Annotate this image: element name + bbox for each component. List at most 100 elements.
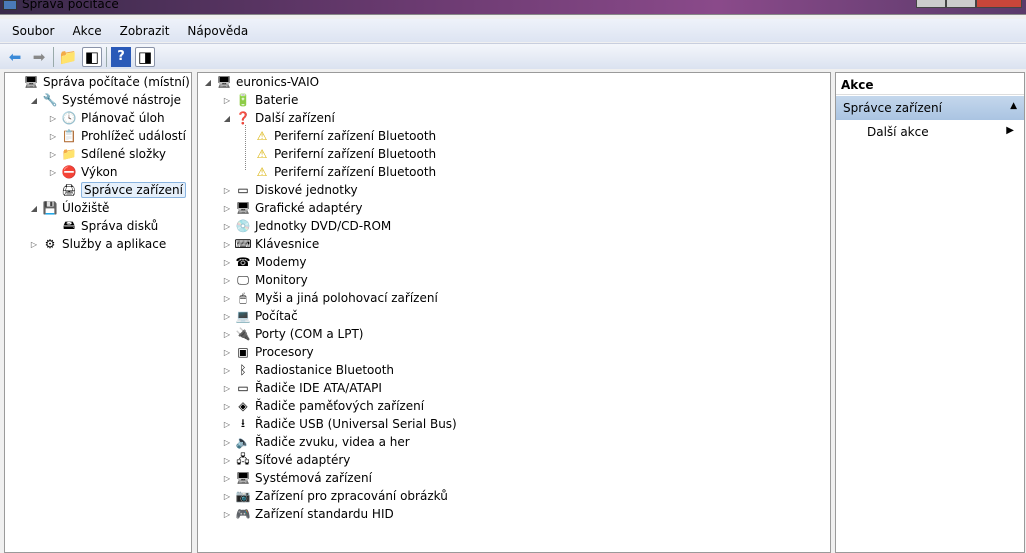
more-actions-item[interactable]: Další akce ▶ bbox=[836, 120, 1024, 144]
tree-item[interactable]: ▷ 📋 Prohlížeč událostí bbox=[47, 127, 186, 145]
hid-icon: 🎮 bbox=[235, 507, 251, 521]
tree-item-label: Správce zařízení bbox=[81, 182, 186, 198]
expand-icon[interactable]: ▷ bbox=[221, 312, 233, 321]
tree-item-label: Výkon bbox=[81, 165, 118, 179]
tree-item[interactable]: ▷ 🕓 Plánovač úloh bbox=[47, 109, 165, 127]
expand-icon[interactable]: ▷ bbox=[221, 438, 233, 447]
minimize-button[interactable] bbox=[916, 0, 946, 8]
expand-icon[interactable]: ▷ bbox=[221, 474, 233, 483]
tree-item[interactable]: ◢ 💾 Úložiště bbox=[28, 199, 110, 217]
expand-icon[interactable]: ▷ bbox=[221, 348, 233, 357]
expand-icon[interactable]: ▷ bbox=[221, 294, 233, 303]
tree-item[interactable]: ▷ 🎮 Zařízení standardu HID bbox=[221, 505, 394, 523]
display-adapter-icon: 🖥 bbox=[235, 201, 251, 215]
expand-icon[interactable]: ▷ bbox=[221, 96, 233, 105]
tree-item[interactable]: ▷ ⌨ Klávesnice bbox=[221, 235, 319, 253]
actions-pane: Akce Správce zařízení ▲ Další akce ▶ bbox=[835, 72, 1025, 553]
maximize-button[interactable] bbox=[946, 0, 976, 8]
tree-item[interactable]: ⚠ Periferní zařízení Bluetooth bbox=[240, 145, 437, 163]
collapse-icon[interactable]: ◢ bbox=[28, 204, 40, 213]
tree-item-label: Služby a aplikace bbox=[62, 237, 167, 251]
tree-item[interactable]: 🖨 Správce zařízení bbox=[47, 181, 186, 199]
tree-item[interactable]: ▷ ◈ Řadiče paměťových zařízení bbox=[221, 397, 424, 415]
expand-icon[interactable]: ▷ bbox=[47, 150, 59, 159]
menu-view[interactable]: Zobrazit bbox=[120, 24, 170, 38]
expand-icon[interactable]: ▷ bbox=[221, 330, 233, 339]
expand-icon[interactable]: ▷ bbox=[221, 384, 233, 393]
expand-icon[interactable]: ▷ bbox=[221, 240, 233, 249]
tree-item[interactable]: ⚠ Periferní zařízení Bluetooth bbox=[240, 127, 437, 145]
tree-item[interactable]: 🖥 Správa počítače (místní) bbox=[9, 73, 189, 91]
sound-icon: 🔈 bbox=[235, 435, 251, 449]
tree-item-label: Systémová zařízení bbox=[255, 471, 372, 485]
expand-icon[interactable]: ▷ bbox=[221, 456, 233, 465]
show-hide-action-pane-icon[interactable]: ◨ bbox=[135, 46, 155, 67]
expand-icon[interactable]: ▷ bbox=[221, 510, 233, 519]
menu-file[interactable]: Soubor bbox=[12, 24, 54, 38]
actions-section-device-manager[interactable]: Správce zařízení ▲ bbox=[836, 96, 1024, 120]
expand-icon[interactable]: ▷ bbox=[221, 276, 233, 285]
menu-help[interactable]: Nápověda bbox=[187, 24, 248, 38]
collapse-up-icon[interactable]: ▲ bbox=[1010, 101, 1017, 115]
up-folder-icon[interactable]: 📁 bbox=[58, 47, 78, 67]
tree-item[interactable]: ◢ 🖥 euronics-VAIO bbox=[202, 73, 319, 91]
tree-item[interactable]: ▷ 🖱 Myši a jiná polohovací zařízení bbox=[221, 289, 438, 307]
expand-icon[interactable]: ▷ bbox=[47, 132, 59, 141]
tree-item[interactable]: ▷ 💻 Počítač bbox=[221, 307, 298, 325]
menu-bar: Soubor Akce Zobrazit Nápověda bbox=[0, 19, 1026, 42]
tree-item[interactable]: ▷ 📷 Zařízení pro zpracování obrázků bbox=[221, 487, 448, 505]
tree-item[interactable]: ◢ 🔧 Systémové nástroje bbox=[28, 91, 181, 109]
expand-icon[interactable]: ▷ bbox=[221, 204, 233, 213]
expand-icon[interactable]: ▷ bbox=[221, 186, 233, 195]
monitor-icon: 🖵 bbox=[237, 272, 249, 287]
tree-item[interactable]: ▷ ▣ Procesory bbox=[221, 343, 314, 361]
tree-item[interactable]: ▷ ▭ Řadiče IDE ATA/ATAPI bbox=[221, 379, 382, 397]
expand-icon[interactable]: ▷ bbox=[221, 366, 233, 375]
tree-item-label: Plánovač úloh bbox=[81, 111, 165, 125]
expand-icon[interactable]: ▷ bbox=[221, 222, 233, 231]
tree-item[interactable]: ▷ 🔈 Řadiče zvuku, videa a her bbox=[221, 433, 410, 451]
tree-item[interactable]: 🖴 Správa disků bbox=[47, 217, 158, 235]
disk-icon: 🖴 bbox=[62, 217, 76, 232]
expand-icon[interactable]: ▷ bbox=[221, 420, 233, 429]
tree-item[interactable]: ▷ ⭳ Řadiče USB (Universal Serial Bus) bbox=[221, 415, 457, 433]
tree-item[interactable]: ▷ 🖥 Grafické adaptéry bbox=[221, 199, 363, 217]
menu-action[interactable]: Akce bbox=[72, 24, 101, 38]
tree-item-label: Zařízení standardu HID bbox=[255, 507, 394, 521]
expand-icon[interactable]: ▷ bbox=[47, 114, 59, 123]
tree-item[interactable]: ▷ 🖵 Monitory bbox=[221, 271, 308, 289]
tree-item[interactable]: ▷ 🔌 Porty (COM a LPT) bbox=[221, 325, 364, 343]
tree-item[interactable]: ▷ 💿 Jednotky DVD/CD-ROM bbox=[221, 217, 391, 235]
tree-item[interactable]: ▷ ⛔ Výkon bbox=[47, 163, 118, 181]
expand-icon[interactable]: ▷ bbox=[47, 168, 59, 177]
tree-item-label: euronics-VAIO bbox=[236, 75, 320, 89]
tree-item[interactable]: ▷ 🖧 Síťové adaptéry bbox=[221, 451, 350, 469]
close-button[interactable] bbox=[976, 0, 1022, 8]
dvd-icon: 💿 bbox=[235, 219, 251, 233]
expand-icon[interactable]: ▷ bbox=[221, 402, 233, 411]
help-icon[interactable]: ? bbox=[111, 46, 131, 67]
tree-item[interactable]: ▷ ⚙ Služby a aplikace bbox=[28, 235, 166, 253]
show-hide-console-tree-icon[interactable]: ◧ bbox=[82, 46, 102, 67]
tree-item[interactable]: ▷ 📁 Sdílené složky bbox=[47, 145, 166, 163]
collapse-icon[interactable]: ◢ bbox=[28, 96, 40, 105]
tree-item[interactable]: ▷ 🔋 Baterie bbox=[221, 91, 298, 109]
tree-item[interactable]: ▷ ☎ Modemy bbox=[221, 253, 307, 271]
tree-item[interactable]: ▷ ▭ Diskové jednotky bbox=[221, 181, 358, 199]
forward-arrow-icon[interactable]: ➡ bbox=[29, 47, 49, 67]
back-arrow-icon[interactable]: ⬅ bbox=[5, 47, 25, 67]
warning-icon: ⚠ bbox=[256, 147, 268, 161]
tree-item-label: Další zařízení bbox=[255, 111, 335, 125]
expand-icon[interactable]: ▷ bbox=[221, 258, 233, 267]
tree-item[interactable]: ◢ ❓ Další zařízení bbox=[221, 109, 335, 127]
tree-item[interactable]: ▷ 🖥 Systémová zařízení bbox=[221, 469, 372, 487]
tree-item-label: Porty (COM a LPT) bbox=[255, 327, 364, 341]
tree-item[interactable]: ⚠ Periferní zařízení Bluetooth bbox=[240, 163, 437, 181]
expand-icon[interactable]: ▷ bbox=[28, 240, 40, 249]
collapse-icon[interactable]: ◢ bbox=[221, 114, 233, 123]
battery-icon: 🔋 bbox=[235, 93, 251, 107]
tree-item[interactable]: ▷ ᛒ Radiostanice Bluetooth bbox=[221, 361, 394, 379]
tree-item-label: Řadiče IDE ATA/ATAPI bbox=[255, 381, 382, 395]
expand-icon[interactable]: ▷ bbox=[221, 492, 233, 501]
collapse-icon[interactable]: ◢ bbox=[202, 78, 214, 87]
